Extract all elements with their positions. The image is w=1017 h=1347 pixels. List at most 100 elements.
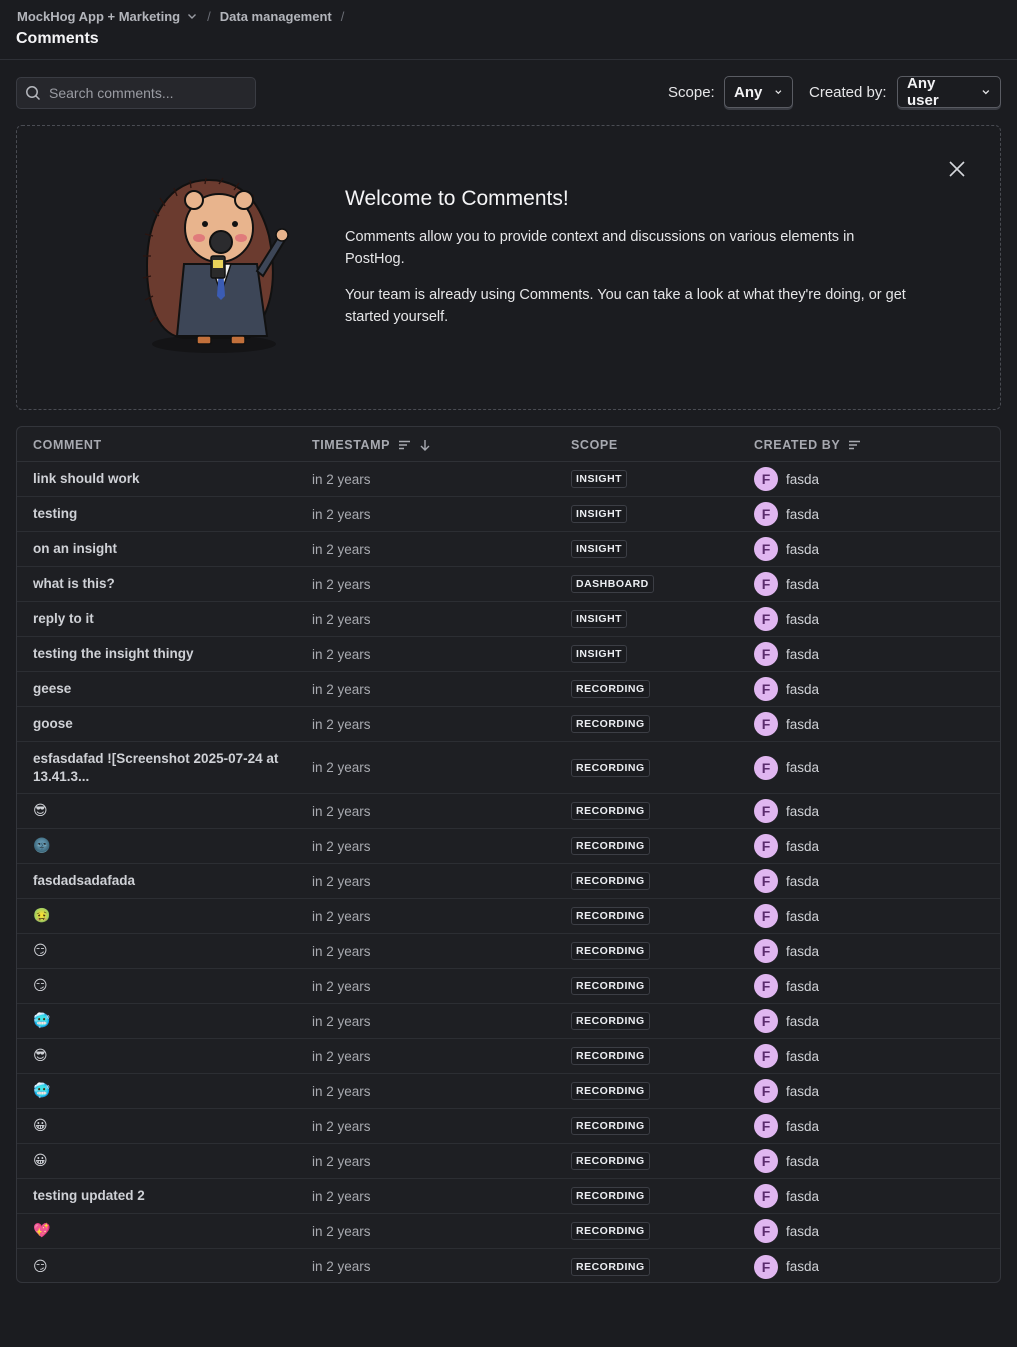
scope-badge: INSIGHT — [571, 645, 628, 663]
avatar: F — [754, 1254, 778, 1279]
table-row[interactable]: esfasdafad ![Screenshot 2025-07-24 at 13… — [17, 742, 1000, 794]
created-by-cell: Ffasda — [754, 1249, 820, 1282]
comment-text[interactable]: 😏 — [33, 934, 303, 968]
comment-text[interactable]: 🥶 — [33, 1074, 303, 1108]
table-row[interactable]: 💖 in 2 years RECORDING Ffasda — [17, 1214, 1000, 1249]
table-row[interactable]: 🌚 in 2 years RECORDING Ffasda — [17, 829, 1000, 864]
user-name: fasda — [786, 943, 820, 959]
breadcrumb-separator: / — [207, 8, 211, 24]
table-row[interactable]: 😎 in 2 years RECORDING Ffasda — [17, 794, 1000, 829]
breadcrumb-project[interactable]: MockHog App + Marketing — [17, 9, 180, 24]
comments-table: COMMENT TIMESTAMP SCOPE CREATED BY link … — [16, 426, 1001, 1283]
comment-text[interactable]: 😀 — [33, 1109, 303, 1143]
scope-badge: RECORDING — [571, 942, 650, 960]
comment-text[interactable]: goose — [33, 707, 303, 741]
table-row[interactable]: 😏 in 2 years RECORDING Ffasda — [17, 1249, 1000, 1282]
scope-badge: RECORDING — [571, 1187, 650, 1205]
avatar: F — [754, 1009, 778, 1033]
table-row[interactable]: reply to it in 2 years INSIGHT Ffasda — [17, 602, 1000, 637]
table-row[interactable]: 😎 in 2 years RECORDING Ffasda — [17, 1039, 1000, 1074]
sort-icon[interactable] — [398, 439, 411, 451]
comment-text[interactable]: testing updated 2 — [33, 1179, 303, 1213]
table-row[interactable]: 🥶 in 2 years RECORDING Ffasda — [17, 1004, 1000, 1039]
scope-select[interactable]: Any — [724, 76, 793, 108]
comment-text[interactable]: 😎 — [33, 1039, 303, 1073]
scope-cell: RECORDING — [571, 1109, 650, 1143]
scope-cell: RECORDING — [571, 1004, 650, 1038]
timestamp: in 2 years — [312, 1188, 371, 1204]
comment-text[interactable]: reply to it — [33, 602, 303, 636]
created-by-select[interactable]: Any user — [897, 75, 1001, 109]
created-by-cell: Ffasda — [754, 567, 819, 601]
scope-badge: RECORDING — [571, 872, 650, 890]
created-by-cell: Ffasda — [754, 462, 819, 496]
scope-badge: RECORDING — [571, 977, 650, 995]
table-row[interactable]: 😏 in 2 years RECORDING Ffasda — [17, 969, 1000, 1004]
comment-text[interactable]: link should work — [33, 462, 303, 496]
avatar: F — [754, 712, 778, 736]
column-header-scope: SCOPE — [571, 438, 618, 452]
comment-text[interactable]: 😏 — [33, 1249, 303, 1282]
timestamp: in 2 years — [312, 506, 371, 522]
scope-badge: INSIGHT — [571, 505, 628, 523]
column-header-timestamp[interactable]: TIMESTAMP — [312, 438, 431, 452]
scope-badge: RECORDING — [571, 1222, 650, 1240]
table-row[interactable]: 😀 in 2 years RECORDING Ffasda — [17, 1109, 1000, 1144]
scope-badge: RECORDING — [571, 680, 650, 698]
table-row[interactable]: testing in 2 years INSIGHT Ffasda — [17, 497, 1000, 532]
table-row[interactable]: testing updated 2 in 2 years RECORDING Ffas… — [17, 1179, 1000, 1214]
user-name: fasda — [786, 803, 820, 819]
comment-text[interactable]: geese — [33, 672, 303, 706]
user-name: fasda — [786, 1083, 820, 1099]
timestamp: in 2 years — [312, 716, 371, 732]
user-name: fasda — [786, 873, 820, 889]
timestamp: in 2 years — [312, 908, 371, 924]
comment-text[interactable]: 😀 — [33, 1144, 303, 1178]
scope-badge: RECORDING — [571, 907, 650, 925]
timestamp: in 2 years — [312, 471, 371, 487]
table-row[interactable]: on an insight in 2 years INSIGHT Ffasda — [17, 532, 1000, 567]
scope-cell: RECORDING — [571, 794, 650, 828]
breadcrumb-section[interactable]: Data management — [220, 9, 332, 24]
timestamp: in 2 years — [312, 1083, 371, 1099]
user-name: fasda — [786, 681, 820, 697]
user-name: fasda — [786, 1259, 820, 1274]
created-by-cell: Ffasda — [754, 899, 819, 933]
table-row[interactable]: 😏 in 2 years RECORDING Ffasda — [17, 934, 1000, 969]
column-header-created-by[interactable]: CREATED BY — [754, 438, 861, 452]
sort-icon[interactable] — [848, 439, 861, 451]
scope-badge: RECORDING — [571, 1047, 650, 1065]
table-row[interactable]: testing the insight thingy in 2 years INSI… — [17, 637, 1000, 672]
chevron-down-icon[interactable] — [186, 10, 198, 22]
comment-text[interactable]: 😎 — [33, 794, 303, 828]
table-row[interactable]: link should work in 2 years INSIGHT Ffasda — [17, 462, 1000, 497]
avatar: F — [754, 1044, 778, 1068]
table-row[interactable]: 😀 in 2 years RECORDING Ffasda — [17, 1144, 1000, 1179]
created-by-cell: Ffasda — [754, 1039, 819, 1073]
comment-text[interactable]: 💖 — [33, 1214, 303, 1248]
table-row[interactable]: goose in 2 years RECORDING Ffasda — [17, 707, 1000, 742]
search-input[interactable] — [49, 85, 239, 101]
table-row[interactable]: what is this? in 2 years DASHBOARD Ffasda — [17, 567, 1000, 602]
comment-text[interactable]: 😏 — [33, 969, 303, 1003]
comment-text[interactable]: testing the insight thingy — [33, 637, 303, 671]
comment-text[interactable]: testing — [33, 497, 303, 531]
timestamp: in 2 years — [312, 541, 371, 557]
comment-text[interactable]: 🥶 — [33, 1004, 303, 1038]
search-box[interactable] — [16, 77, 256, 109]
comment-text[interactable]: esfasdafad ![Screenshot 2025-07-24 at 13… — [33, 742, 303, 793]
scope-cell: INSIGHT — [571, 462, 628, 496]
scope-cell: RECORDING — [571, 864, 650, 898]
table-row[interactable]: geese in 2 years RECORDING Ffasda — [17, 672, 1000, 707]
close-icon[interactable] — [948, 160, 966, 178]
comment-text[interactable]: fasdadsadafada — [33, 864, 303, 898]
table-row[interactable]: 🥶 in 2 years RECORDING Ffasda — [17, 1074, 1000, 1109]
created-by-cell: Ffasda — [754, 934, 819, 968]
comment-text[interactable]: 🌚 — [33, 829, 303, 863]
table-row[interactable]: 🤢 in 2 years RECORDING Ffasda — [17, 899, 1000, 934]
table-row[interactable]: fasdadsadafada in 2 years RECORDING Ffasda — [17, 864, 1000, 899]
created-by-cell: Ffasda — [754, 1004, 819, 1038]
comment-text[interactable]: what is this? — [33, 567, 303, 601]
comment-text[interactable]: on an insight — [33, 532, 303, 566]
comment-text[interactable]: 🤢 — [33, 899, 303, 933]
